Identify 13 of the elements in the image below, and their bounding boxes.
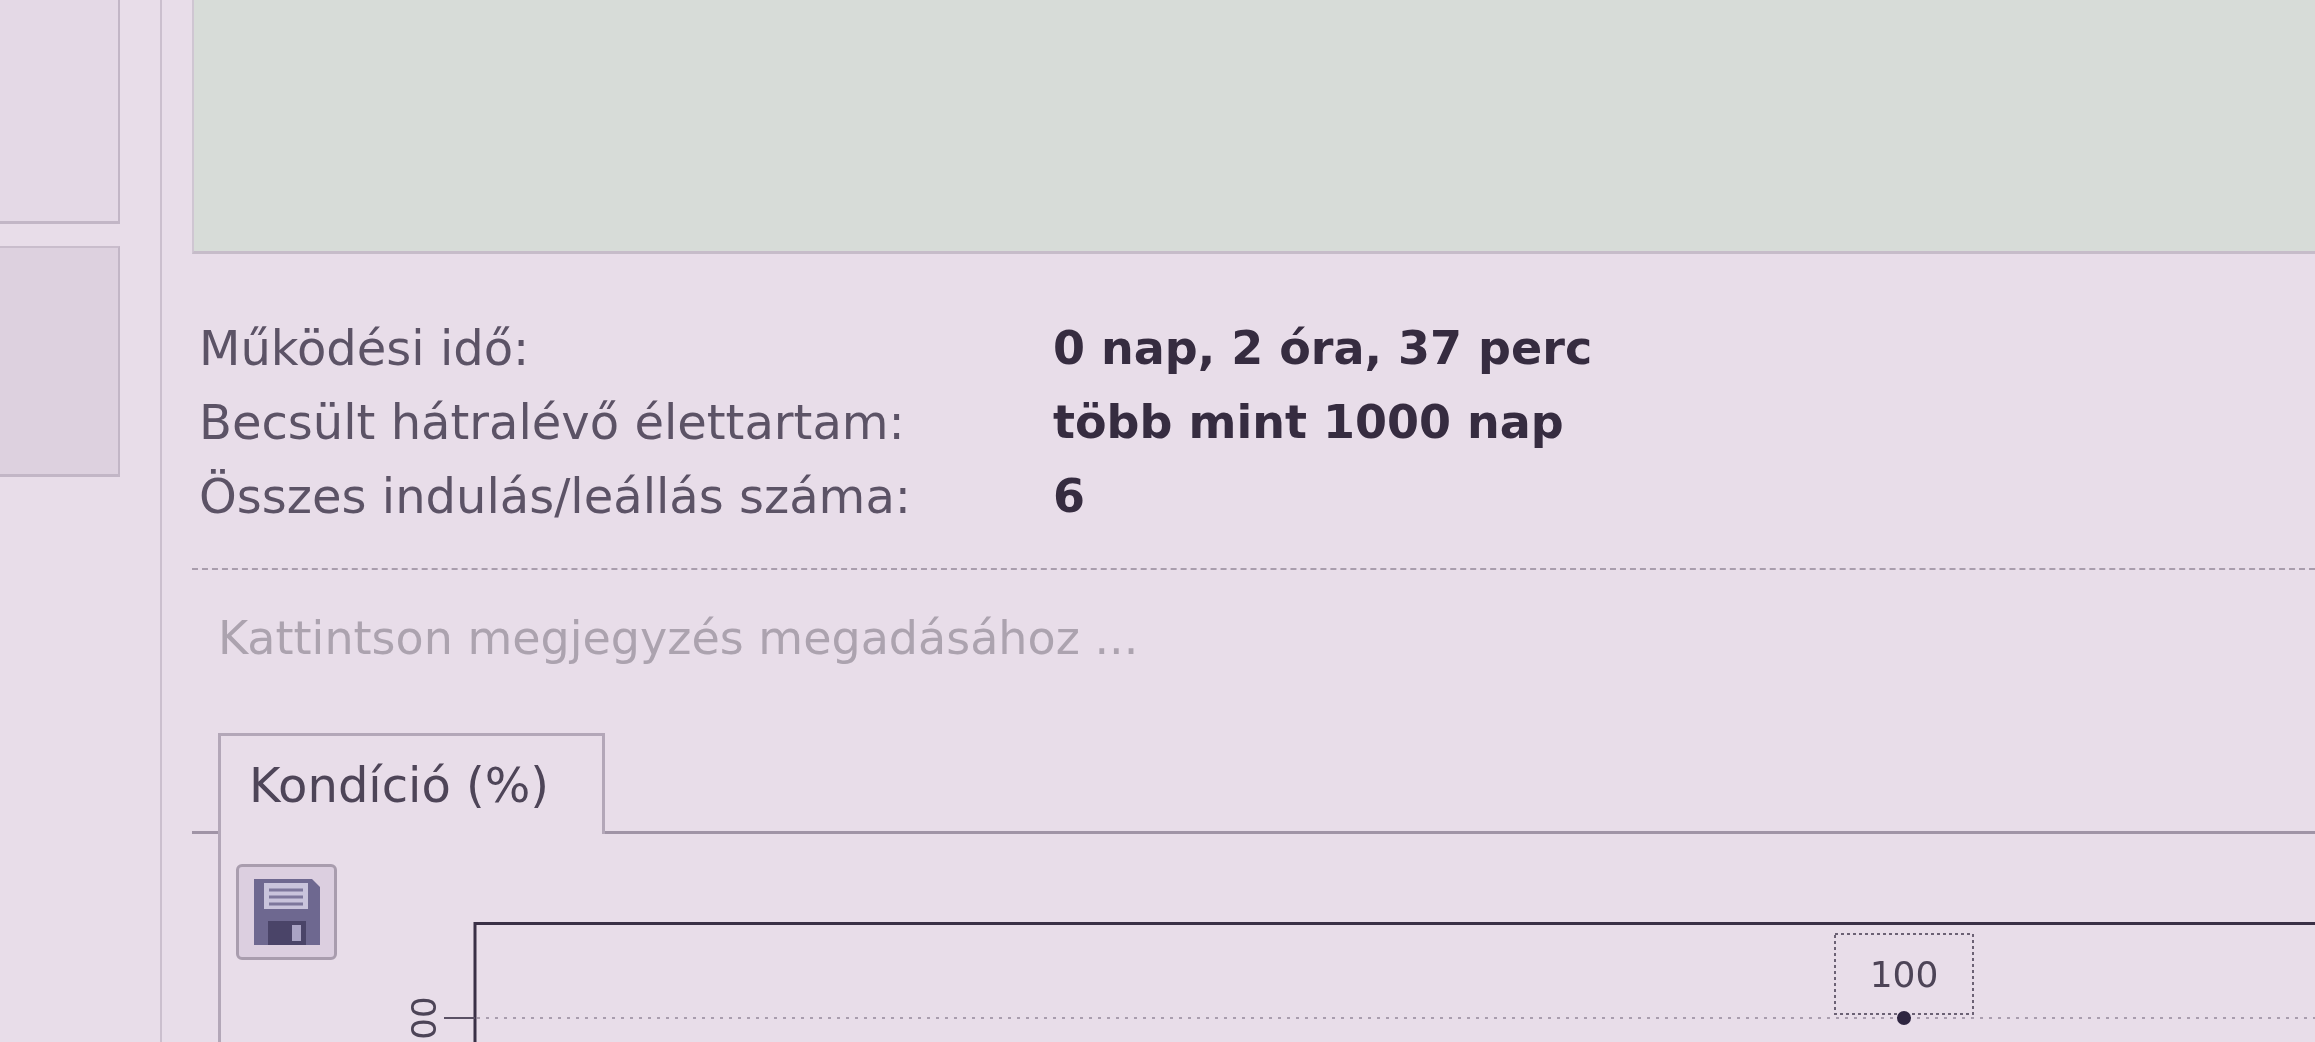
tab[interactable]: Kondíció (%) (218, 733, 605, 834)
stat-label: Működési idő: (199, 319, 531, 378)
stat-value: 6 (1053, 468, 1086, 525)
stat-value: több mint 1000 nap (1053, 394, 1565, 451)
save-button[interactable] (236, 864, 337, 960)
stat-value: 0 nap, 2 óra, 37 perc (1053, 320, 1594, 377)
axis-tick (443, 1017, 476, 1019)
data-label: 100 (1834, 933, 1974, 1015)
save-icon (251, 877, 322, 947)
stat-label: Becsült hátralévő élettartam: (199, 393, 906, 452)
stat-label: Összes indulás/leállás száma: (199, 467, 912, 526)
data-point (1897, 1011, 1911, 1025)
axis-tick-label: 00 (404, 996, 444, 1040)
